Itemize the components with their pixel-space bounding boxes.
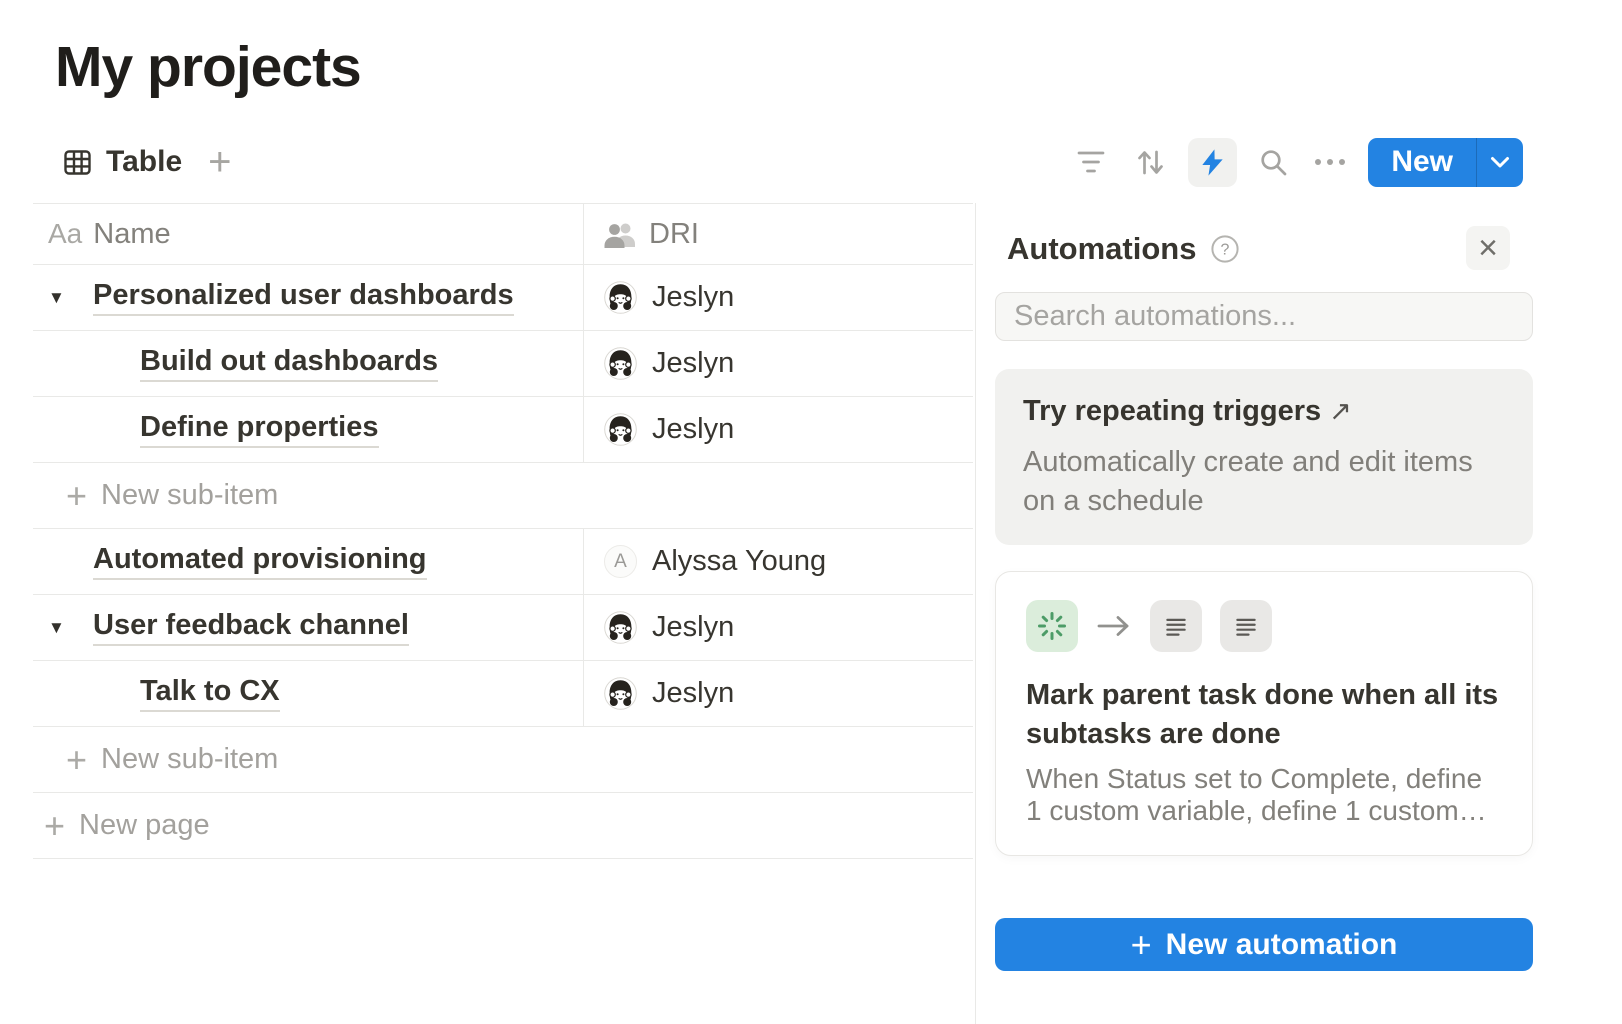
page-link[interactable]: Talk to CX [140, 675, 280, 712]
panel-divider [975, 203, 976, 1024]
table-row: Automated provisioning A Alyssa Young [33, 528, 973, 594]
column-header-name[interactable]: Aa Name [33, 204, 584, 264]
dri-name: Jeslyn [652, 611, 734, 644]
new-page-row[interactable]: + New page [33, 792, 973, 858]
more-options-icon[interactable] [1314, 158, 1346, 166]
view-tab-label: Table [106, 145, 182, 179]
promo-body: Automatically create and edit items on a… [1023, 443, 1505, 521]
new-sub-item-row[interactable]: + New sub-item [33, 726, 973, 792]
search-automations-input[interactable] [995, 292, 1533, 341]
dri-name: Alyssa Young [652, 545, 826, 578]
dri-name: Jeslyn [652, 281, 734, 314]
edit-property-icon [1220, 600, 1272, 652]
help-icon[interactable]: ? [1210, 234, 1240, 264]
dri-name: Jeslyn [652, 347, 734, 380]
edit-property-icon [1150, 600, 1202, 652]
name-cell: Automated provisioning [33, 529, 584, 594]
automations-panel: Automations ? × Try repeating triggers↗ … [995, 228, 1533, 856]
page-link[interactable]: Build out dashboards [140, 345, 438, 382]
new-button-group: New [1368, 138, 1523, 187]
view-bar: Table + [63, 138, 232, 186]
repeating-triggers-card[interactable]: Try repeating triggers↗ Automatically cr… [995, 369, 1533, 545]
table-row: ▼ User feedback channel Jeslyn [33, 594, 973, 660]
dri-name: Jeslyn [652, 677, 734, 710]
sort-icon[interactable] [1135, 148, 1166, 177]
new-automation-label: New automation [1166, 928, 1398, 962]
projects-table: Aa Name DRI ▼ Personalized user dashboar… [33, 203, 973, 859]
lightning-icon [1197, 147, 1228, 178]
dri-cell[interactable]: Jeslyn [584, 397, 973, 462]
page-link[interactable]: User feedback channel [93, 609, 409, 646]
jeslyn-avatar [604, 281, 637, 314]
people-property-icon [604, 221, 637, 248]
tab-table-view[interactable]: Table [63, 145, 182, 179]
automations-button[interactable] [1188, 138, 1237, 187]
filter-icon[interactable] [1077, 150, 1105, 174]
table-row: Talk to CX Jeslyn [33, 660, 973, 726]
automation-card[interactable]: Mark parent task done when all its subta… [995, 571, 1533, 856]
jeslyn-avatar [604, 611, 637, 644]
page-link[interactable]: Automated provisioning [93, 543, 427, 580]
automation-description: When Status set to Complete, define 1 cu… [1026, 763, 1502, 827]
arrow-right-icon [1096, 614, 1132, 638]
text-property-icon: Aa [48, 218, 82, 250]
new-sub-item-label: New sub-item [101, 479, 278, 512]
dri-cell[interactable]: Jeslyn [584, 265, 973, 330]
table-grid-icon [63, 148, 92, 177]
table-row: ▼ Personalized user dashboards Jeslyn [33, 264, 973, 330]
new-automation-button[interactable]: + New automation [995, 918, 1533, 971]
column-label-name: Name [93, 218, 170, 251]
chevron-down-icon [1490, 156, 1510, 169]
close-icon[interactable]: × [1466, 226, 1510, 270]
toolbar: New [1077, 137, 1523, 187]
promo-title: Try repeating triggers↗ [1023, 393, 1505, 429]
dri-cell[interactable]: A Alyssa Young [584, 529, 973, 594]
panel-title: Automations [1007, 231, 1196, 267]
notion-page: My projects Table + [0, 0, 1622, 1024]
new-page-label: New page [79, 809, 210, 842]
arrow-ne-icon: ↗ [1329, 396, 1352, 426]
name-cell: ▼ Personalized user dashboards [33, 265, 584, 330]
toggle-open-icon[interactable]: ▼ [48, 288, 93, 308]
table-row: Build out dashboards Jeslyn [33, 330, 973, 396]
name-cell: ▼ User feedback channel [33, 595, 584, 660]
automation-title: Mark parent task done when all its subta… [1026, 676, 1502, 754]
name-cell: Define properties [33, 397, 584, 462]
jeslyn-avatar [604, 413, 637, 446]
automation-icon-row [1026, 600, 1502, 652]
new-dropdown-button[interactable] [1477, 138, 1523, 187]
plus-icon: + [66, 475, 87, 517]
search-icon[interactable] [1259, 148, 1288, 177]
name-cell: Talk to CX [33, 661, 584, 726]
panel-header: Automations ? × [995, 228, 1533, 270]
toggle-open-icon[interactable]: ▼ [48, 618, 93, 638]
svg-text:?: ? [1221, 242, 1230, 259]
new-sub-item-label: New sub-item [101, 743, 278, 776]
column-label-dri: DRI [649, 218, 699, 251]
jeslyn-avatar [604, 677, 637, 710]
name-cell: Build out dashboards [33, 331, 584, 396]
page-title[interactable]: My projects [55, 34, 361, 100]
status-spinner-icon [1026, 600, 1078, 652]
page-link[interactable]: Define properties [140, 411, 379, 448]
alyssa-avatar: A [604, 545, 637, 578]
plus-icon: + [1131, 924, 1152, 966]
page-link[interactable]: Personalized user dashboards [93, 279, 514, 316]
new-sub-item-row[interactable]: + New sub-item [33, 462, 973, 528]
plus-icon: + [44, 805, 65, 847]
column-header-dri[interactable]: DRI [584, 204, 973, 264]
plus-icon: + [66, 739, 87, 781]
table-bottom-border [33, 858, 973, 859]
table-row: Define properties Jeslyn [33, 396, 973, 462]
dri-cell[interactable]: Jeslyn [584, 595, 973, 660]
dri-cell[interactable]: Jeslyn [584, 661, 973, 726]
add-view-icon[interactable]: + [208, 142, 231, 182]
dri-name: Jeslyn [652, 413, 734, 446]
dri-cell[interactable]: Jeslyn [584, 331, 973, 396]
jeslyn-avatar [604, 347, 637, 380]
new-button[interactable]: New [1368, 138, 1476, 187]
table-header-row: Aa Name DRI [33, 203, 973, 264]
